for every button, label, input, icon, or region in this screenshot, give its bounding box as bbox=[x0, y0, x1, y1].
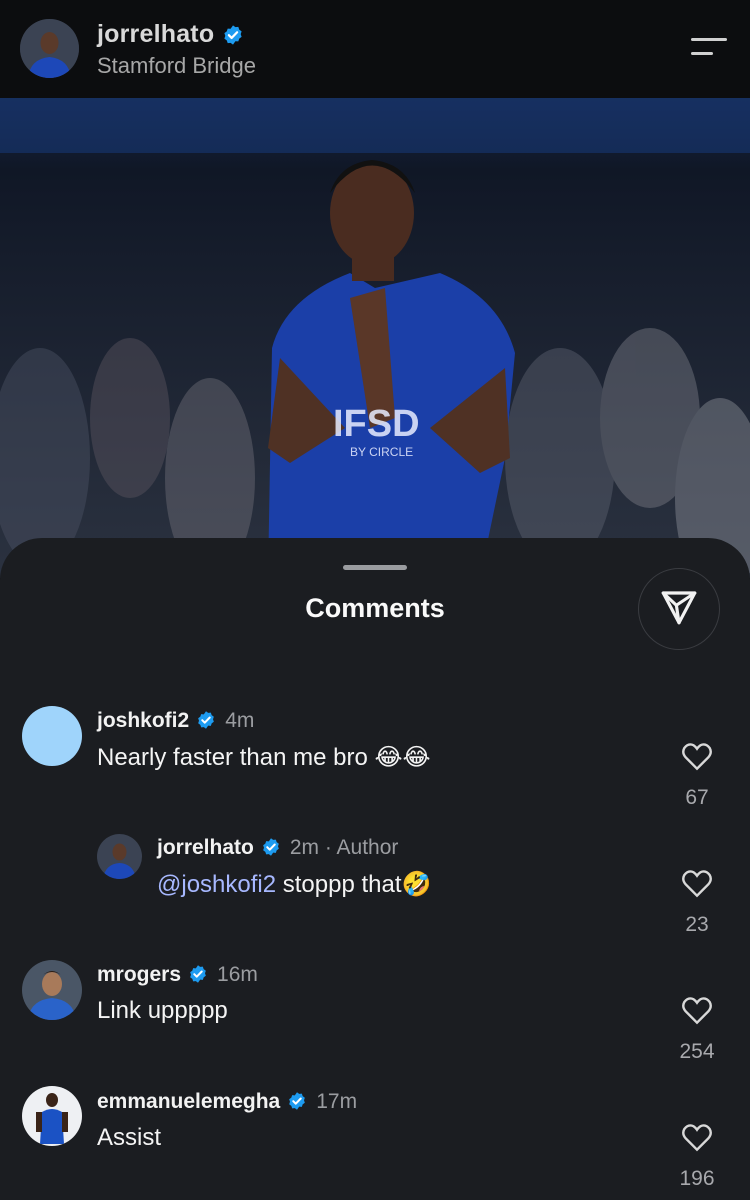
shirt-sponsor: IFSD bbox=[333, 403, 420, 445]
verified-badge-icon bbox=[222, 24, 244, 46]
comment-time: 2m · Author bbox=[289, 836, 399, 859]
shirt-sponsor-sub: BY CIRCLE bbox=[350, 445, 413, 459]
verified-badge-icon bbox=[188, 964, 210, 986]
verified-badge-icon bbox=[196, 710, 218, 732]
like-button[interactable]: 23 bbox=[667, 868, 727, 937]
author-avatar[interactable] bbox=[20, 19, 79, 78]
author-username[interactable]: jorrelhato bbox=[97, 20, 214, 49]
sheet-grabber[interactable] bbox=[343, 565, 407, 570]
heart-icon bbox=[681, 743, 713, 775]
commenter-avatar[interactable] bbox=[22, 706, 82, 766]
post-location[interactable]: Stamford Bridge bbox=[97, 53, 256, 79]
commenter-username[interactable]: mrogers bbox=[97, 963, 181, 987]
like-button[interactable]: 254 bbox=[667, 995, 727, 1064]
post-photo: IFSD BY CIRCLE bbox=[0, 98, 750, 578]
comment-text: Link uppppp bbox=[97, 997, 228, 1024]
mention-link[interactable]: @joshkofi2 bbox=[157, 871, 276, 898]
heart-icon bbox=[681, 1124, 713, 1156]
heart-icon bbox=[681, 870, 713, 902]
send-icon bbox=[658, 586, 700, 633]
verified-badge-icon bbox=[287, 1091, 309, 1113]
comment-time: 16m bbox=[217, 963, 258, 986]
commenter-username[interactable]: emmanuelemegha bbox=[97, 1090, 280, 1114]
comments-sheet: Comments joshkofi2 4m Nearly faster than… bbox=[0, 538, 750, 1200]
heart-icon bbox=[681, 997, 713, 1029]
commenter-avatar[interactable] bbox=[97, 834, 142, 879]
like-button[interactable]: 67 bbox=[667, 741, 727, 810]
like-count: 196 bbox=[679, 1167, 715, 1190]
menu-icon[interactable] bbox=[688, 36, 728, 60]
commenter-username[interactable]: joshkofi2 bbox=[97, 709, 189, 733]
like-button[interactable]: 196 bbox=[667, 1122, 727, 1191]
like-count: 254 bbox=[679, 1040, 715, 1063]
post-header: jorrelhato Stamford Bridge bbox=[0, 0, 750, 98]
verified-badge-icon bbox=[261, 837, 283, 859]
comment-text: Assist bbox=[97, 1124, 162, 1151]
comment-text: @joshkofi2 stoppp that🤣 bbox=[157, 870, 431, 899]
comment-text: Nearly faster than me bro 😂😂 bbox=[97, 744, 431, 771]
comment-time: 4m bbox=[225, 709, 255, 732]
commenter-avatar[interactable] bbox=[22, 960, 82, 1020]
like-count: 67 bbox=[685, 786, 709, 809]
send-button[interactable] bbox=[638, 568, 720, 650]
commenter-avatar[interactable] bbox=[22, 1086, 82, 1146]
like-count: 23 bbox=[685, 913, 709, 936]
commenter-username[interactable]: jorrelhato bbox=[157, 836, 254, 860]
reply-text: stoppp that🤣 bbox=[276, 871, 432, 898]
comment-time: 17m bbox=[316, 1090, 358, 1113]
